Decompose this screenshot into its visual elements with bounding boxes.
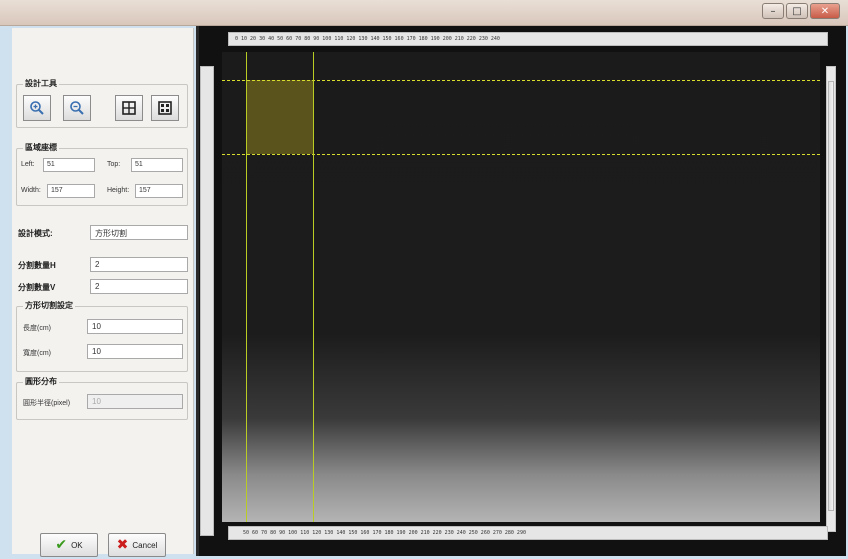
vertical-scrollbar[interactable] <box>826 66 836 532</box>
settings-panel: 設計工具 區域座標 Left: 51 Top: 51 Width: 157 He… <box>12 28 194 557</box>
design-tools-group: 設計工具 <box>16 78 188 128</box>
minimize-button[interactable]: – <box>762 3 784 19</box>
check-icon: ✔ <box>55 537 68 553</box>
ruler-top: 0 10 20 30 40 50 60 70 80 90 100 110 120… <box>228 32 828 46</box>
width-label: Width: <box>21 187 41 194</box>
square-cut-group: 方形切割設定 長度(cm) 10 寬度(cm) 10 <box>16 300 188 372</box>
guide-line-vertical-left[interactable] <box>246 52 247 522</box>
scrollbar-thumb[interactable] <box>828 81 834 511</box>
cancel-button[interactable]: ✖ Cancel <box>108 533 166 557</box>
selection-region[interactable] <box>246 80 314 154</box>
ruler-left <box>200 66 214 536</box>
top-input[interactable]: 51 <box>131 158 183 172</box>
grid-9-button[interactable] <box>151 95 179 121</box>
left-input[interactable]: 51 <box>43 158 95 172</box>
square-cut-title: 方形切割設定 <box>23 300 75 311</box>
window-controls: – □ ✕ <box>762 3 840 19</box>
height-label: Height: <box>107 187 130 194</box>
split-h-input[interactable]: 2 <box>90 257 188 272</box>
ok-button[interactable]: ✔ OK <box>40 533 98 557</box>
region-coords-group: 區域座標 Left: 51 Top: 51 Width: 157 Height:… <box>16 142 188 206</box>
design-mode-select[interactable]: 方形切割 <box>90 225 188 240</box>
zoom-out-button[interactable] <box>63 95 91 121</box>
radius-label: 圓形半徑(pixel) <box>23 400 71 407</box>
split-v-input[interactable]: 2 <box>90 279 188 294</box>
guide-line-horizontal-bottom[interactable] <box>222 154 820 155</box>
length-input[interactable]: 10 <box>87 319 183 334</box>
zoom-in-button[interactable] <box>23 95 51 121</box>
circle-dist-group: 圓形分布 圓形半徑(pixel) 10 <box>16 376 188 420</box>
grid-4-button[interactable] <box>115 95 143 121</box>
ruler-top-ticks: 0 10 20 30 40 50 60 70 80 90 100 110 120… <box>235 36 500 42</box>
zoom-in-icon <box>30 101 44 115</box>
maximize-button[interactable]: □ <box>786 3 808 19</box>
design-mode-label: 設計模式: <box>18 229 53 238</box>
design-tools-title: 設計工具 <box>23 78 59 89</box>
grid-icon <box>122 101 136 115</box>
grid-fine-icon <box>158 101 172 115</box>
left-label: Left: <box>21 161 35 168</box>
width-cm-label: 寬度(cm) <box>23 350 51 357</box>
height-input[interactable]: 157 <box>135 184 183 198</box>
top-label: Top: <box>107 161 121 168</box>
close-button[interactable]: ✕ <box>810 3 840 19</box>
split-h-label: 分割數量H <box>18 261 56 270</box>
guide-line-horizontal-top[interactable] <box>222 80 820 81</box>
radius-input: 10 <box>87 394 183 409</box>
guide-line-vertical-right[interactable] <box>313 52 314 522</box>
zoom-out-icon <box>70 101 84 115</box>
width-input[interactable]: 157 <box>47 184 95 198</box>
cancel-label: Cancel <box>132 540 158 550</box>
region-coords-title: 區域座標 <box>23 142 59 153</box>
length-label: 長度(cm) <box>23 325 51 332</box>
ok-label: OK <box>71 540 83 550</box>
width-cm-input[interactable]: 10 <box>87 344 183 359</box>
ruler-bottom: 50 60 70 80 90 100 110 120 130 140 150 1… <box>228 526 828 540</box>
split-v-label: 分割數量V <box>18 283 56 292</box>
circle-dist-title: 圓形分布 <box>23 376 59 387</box>
ruler-bottom-ticks: 50 60 70 80 90 100 110 120 130 140 150 1… <box>243 530 526 536</box>
title-bar: – □ ✕ <box>0 0 848 26</box>
cancel-x-icon: ✖ <box>116 537 129 553</box>
